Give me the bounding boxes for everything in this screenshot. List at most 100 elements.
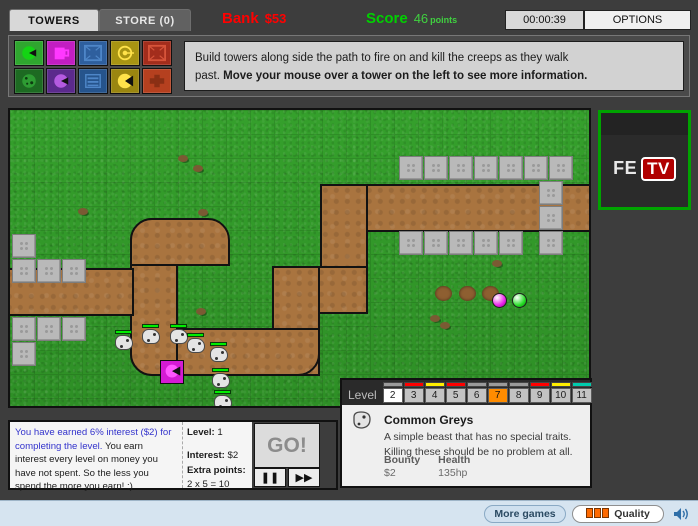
interest-stat-value: $2 bbox=[227, 450, 239, 462]
tab-towers[interactable]: TOWERS bbox=[9, 9, 99, 31]
creep-eye bbox=[192, 348, 195, 351]
go-controls: GO! ❚❚ ▶▶ bbox=[252, 422, 336, 488]
build-tile[interactable] bbox=[399, 156, 423, 180]
rock-decor bbox=[193, 165, 203, 172]
level-cell-11[interactable]: 11 bbox=[571, 382, 592, 403]
level-cell-3[interactable]: 3 bbox=[403, 382, 424, 403]
green-pac-tower[interactable] bbox=[14, 40, 44, 66]
level-cell-2[interactable]: 2 bbox=[382, 382, 403, 403]
creep-desc-line-1: A simple beast that has no special trait… bbox=[384, 431, 572, 443]
build-tile[interactable] bbox=[449, 231, 473, 255]
build-tile[interactable] bbox=[499, 156, 523, 180]
darkgreen-dot-tower-glyph bbox=[18, 72, 40, 90]
level-bonus-indicator bbox=[550, 382, 571, 387]
gold-pac-tower[interactable] bbox=[110, 68, 140, 94]
creep-stats: Bounty $2 Health 135hp bbox=[384, 454, 470, 479]
build-tile[interactable] bbox=[499, 231, 523, 255]
score-unit: points bbox=[430, 15, 458, 25]
fetv-ad-box[interactable]: FE TV bbox=[598, 110, 691, 210]
pause-button[interactable]: ❚❚ bbox=[254, 468, 286, 487]
creep-unit bbox=[208, 342, 230, 363]
build-tile[interactable] bbox=[474, 156, 498, 180]
red-frame-tower[interactable] bbox=[142, 40, 172, 66]
level-cell-7[interactable]: 7 bbox=[487, 382, 508, 403]
spawn-orb bbox=[512, 293, 527, 308]
health-value: 135hp bbox=[438, 467, 468, 479]
top-bar: TOWERS STORE (0) Bank $53 Score 46 points 0… bbox=[0, 0, 698, 33]
spawn-hole bbox=[435, 286, 452, 301]
level-cell-6[interactable]: 6 bbox=[466, 382, 487, 403]
rock-decor bbox=[430, 315, 440, 322]
quality-button[interactable]: Quality bbox=[572, 505, 664, 523]
build-tile[interactable] bbox=[474, 231, 498, 255]
magenta-mug-tower[interactable] bbox=[46, 40, 76, 66]
bank-display: Bank $53 bbox=[222, 10, 286, 27]
creep-eye bbox=[225, 399, 228, 402]
fetv-tv-badge: TV bbox=[641, 157, 676, 181]
build-tile[interactable] bbox=[37, 317, 61, 341]
options-button[interactable]: OPTIONS bbox=[584, 10, 691, 30]
level-cell-5[interactable]: 5 bbox=[445, 382, 466, 403]
interest-stat-label: Interest: bbox=[187, 450, 225, 462]
footer-bar: More games Quality bbox=[0, 500, 698, 526]
bank-value: $53 bbox=[264, 11, 287, 26]
creep-eye bbox=[153, 333, 156, 336]
level-bonus-indicator bbox=[529, 382, 550, 387]
gold-ring-tower[interactable] bbox=[110, 40, 140, 66]
orange-cross-tower[interactable] bbox=[142, 68, 172, 94]
build-tile[interactable] bbox=[549, 156, 573, 180]
level-cell-number: 5 bbox=[452, 390, 459, 401]
build-tile[interactable] bbox=[62, 259, 86, 283]
creep-health-bar bbox=[214, 390, 231, 394]
level-cell-number: 7 bbox=[494, 390, 501, 401]
build-tile[interactable] bbox=[37, 259, 61, 283]
blue-lines-tower[interactable] bbox=[78, 68, 108, 94]
creep-body bbox=[214, 395, 232, 406]
build-tile[interactable] bbox=[62, 317, 86, 341]
level-cell-8[interactable]: 8 bbox=[508, 382, 529, 403]
game-window: TOWERS STORE (0) Bank $53 Score 46 points 0… bbox=[0, 0, 698, 526]
bank-label: Bank bbox=[222, 10, 259, 27]
gold-ring-tower-glyph bbox=[114, 44, 136, 62]
build-tile[interactable] bbox=[399, 231, 423, 255]
game-timer: 00:00:39 bbox=[505, 10, 584, 30]
gold-pac-tower-glyph bbox=[114, 72, 136, 90]
red-frame-tower-glyph bbox=[146, 44, 168, 62]
extra-points-row: Extra points: bbox=[187, 464, 248, 478]
level-cell-10[interactable]: 10 bbox=[550, 382, 571, 403]
level-bonus-indicator bbox=[466, 382, 487, 387]
blue-square-tower[interactable] bbox=[78, 40, 108, 66]
level-cell-9[interactable]: 9 bbox=[529, 382, 550, 403]
extra-points-value-row: 2 x 5 = 10 bbox=[187, 478, 248, 492]
build-tile[interactable] bbox=[524, 156, 548, 180]
build-tile[interactable] bbox=[424, 231, 448, 255]
darkgreen-dot-tower[interactable] bbox=[14, 68, 44, 94]
more-games-button[interactable]: More games bbox=[484, 505, 566, 523]
level-bar: Level 2 3 4 5 6 7 8 9 10 11 bbox=[342, 380, 592, 405]
creep-body bbox=[115, 335, 133, 350]
fast-forward-button[interactable]: ▶▶ bbox=[288, 468, 320, 487]
level-cell-4[interactable]: 4 bbox=[424, 382, 445, 403]
speaker-icon[interactable] bbox=[672, 506, 690, 522]
rock-decor bbox=[78, 208, 88, 215]
build-tile[interactable] bbox=[12, 259, 36, 283]
build-tile[interactable] bbox=[12, 317, 36, 341]
go-button[interactable]: GO! bbox=[254, 423, 320, 468]
level-bonus-indicator bbox=[382, 382, 403, 387]
build-tile[interactable] bbox=[539, 231, 563, 255]
creep-eye bbox=[215, 357, 218, 360]
build-tile[interactable] bbox=[424, 156, 448, 180]
level-cell-number: 2 bbox=[389, 390, 396, 401]
purple-pac-tower[interactable] bbox=[46, 68, 76, 94]
help-line-2-bold: Move your mouse over a tower on the left… bbox=[223, 69, 588, 82]
placed-tower[interactable] bbox=[160, 360, 184, 384]
build-tile[interactable] bbox=[12, 342, 36, 366]
build-tile[interactable] bbox=[449, 156, 473, 180]
build-tile[interactable] bbox=[539, 181, 563, 205]
game-map[interactable] bbox=[8, 108, 591, 408]
tab-store[interactable]: STORE (0) bbox=[99, 9, 191, 31]
build-tile[interactable] bbox=[539, 206, 563, 230]
build-tile[interactable] bbox=[12, 234, 36, 258]
fetv-header-strip bbox=[601, 113, 688, 135]
quality-bar bbox=[602, 507, 610, 518]
